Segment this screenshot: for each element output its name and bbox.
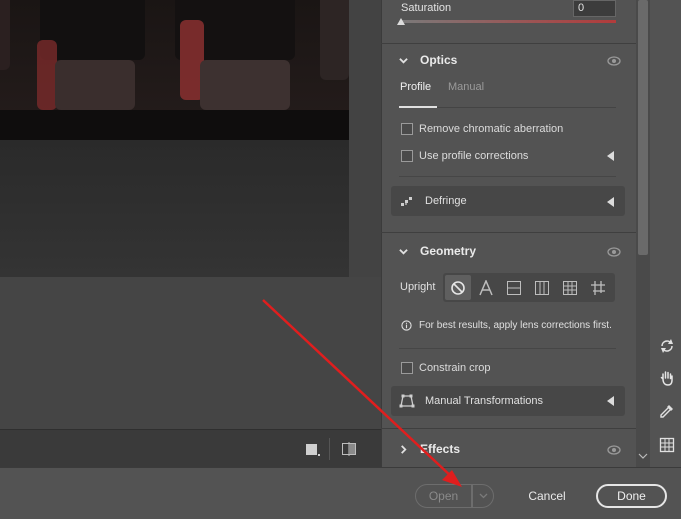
scroll-down-icon[interactable] [638,452,648,460]
expand-left-icon[interactable] [607,396,614,406]
auto-icon [479,279,493,295]
optics-title: Optics [420,53,458,67]
tab-profile[interactable]: Profile [400,81,431,93]
chevron-down-icon [479,493,487,499]
toggle-preview-icon[interactable] [304,441,320,457]
rotate-icon[interactable] [659,338,675,354]
toolbar-divider [329,438,330,460]
upright-vertical-button[interactable] [529,275,555,300]
upright-off-button[interactable] [445,275,471,300]
upright-buttons [443,273,615,302]
done-button[interactable]: Done [596,484,667,508]
chevron-right-icon [401,444,407,454]
scrollbar-thumb[interactable] [638,0,648,255]
panel-scrollbar[interactable] [636,0,650,467]
preview-image [0,0,349,277]
defringe-label: Defringe [425,195,467,207]
camera-raw-window: Saturation 0 Optics Profile Manual Remov… [0,0,681,519]
preview-canvas[interactable] [0,0,381,467]
manual-transformations-panel[interactable]: Manual Transformations [391,386,625,416]
row-divider [399,348,616,349]
use-profile-corrections-label: Use profile corrections [419,150,529,162]
info-text: For best results, apply lens corrections… [419,320,612,331]
canvas-toolbar [0,429,381,467]
remove-chromatic-aberration-label: Remove chromatic aberration [419,123,564,135]
eye-icon[interactable] [607,56,621,66]
defringe-panel[interactable]: Defringe [391,186,625,216]
open-button[interactable]: Open [415,484,472,508]
hand-icon[interactable] [659,370,675,386]
eye-icon[interactable] [607,247,621,257]
info-message: For best results, apply lens corrections… [401,320,612,331]
footer-bar [0,467,681,519]
manual-transformations-label: Manual Transformations [425,395,543,407]
row-divider [399,176,616,177]
optics-header[interactable]: Optics [399,50,457,70]
saturation-slider[interactable] [400,20,616,23]
tabs-divider [437,107,616,108]
guided-icon [591,280,605,295]
level-icon [507,280,521,295]
remove-chromatic-aberration-row[interactable]: Remove chromatic aberration [401,123,563,135]
upright-level-button[interactable] [501,275,527,300]
off-icon [451,280,465,295]
constrain-crop-row[interactable]: Constrain crop [401,362,491,374]
eye-icon[interactable] [607,445,621,455]
cancel-button[interactable]: Cancel [516,484,578,508]
effects-header[interactable]: Effects [399,439,460,459]
upright-label: Upright [400,281,436,293]
info-icon [401,320,412,331]
chevron-down-icon [399,57,408,64]
full-icon [563,280,577,295]
use-profile-corrections-row[interactable]: Use profile corrections [401,150,528,162]
remove-chromatic-aberration-checkbox[interactable] [401,123,413,135]
saturation-label: Saturation [401,2,452,14]
eyedropper-icon[interactable] [659,403,675,419]
defringe-icon [401,197,412,206]
geometry-title: Geometry [420,244,477,258]
grid-icon[interactable] [659,437,675,453]
chevron-down-icon [399,248,408,255]
before-after-icon[interactable] [341,441,357,457]
expand-left-icon[interactable] [607,197,614,207]
constrain-crop-label: Constrain crop [419,362,491,374]
section-divider [381,43,636,44]
active-tab-indicator [399,106,437,108]
tab-manual[interactable]: Manual [448,81,484,93]
upright-auto-button[interactable] [473,275,499,300]
effects-title: Effects [420,442,461,456]
transform-icon [399,394,415,408]
tool-strip [650,0,681,467]
geometry-header[interactable]: Geometry [399,241,476,261]
upright-full-button[interactable] [557,275,583,300]
canvas-background [0,277,381,429]
section-divider [381,232,636,233]
use-profile-corrections-checkbox[interactable] [401,150,413,162]
constrain-crop-checkbox[interactable] [401,362,413,374]
saturation-input[interactable]: 0 [573,0,616,17]
expand-left-icon[interactable] [607,151,614,161]
upright-guided-button[interactable] [585,275,611,300]
saturation-slider-thumb[interactable] [397,18,405,25]
vertical-icon [535,280,549,295]
section-divider [381,428,636,429]
